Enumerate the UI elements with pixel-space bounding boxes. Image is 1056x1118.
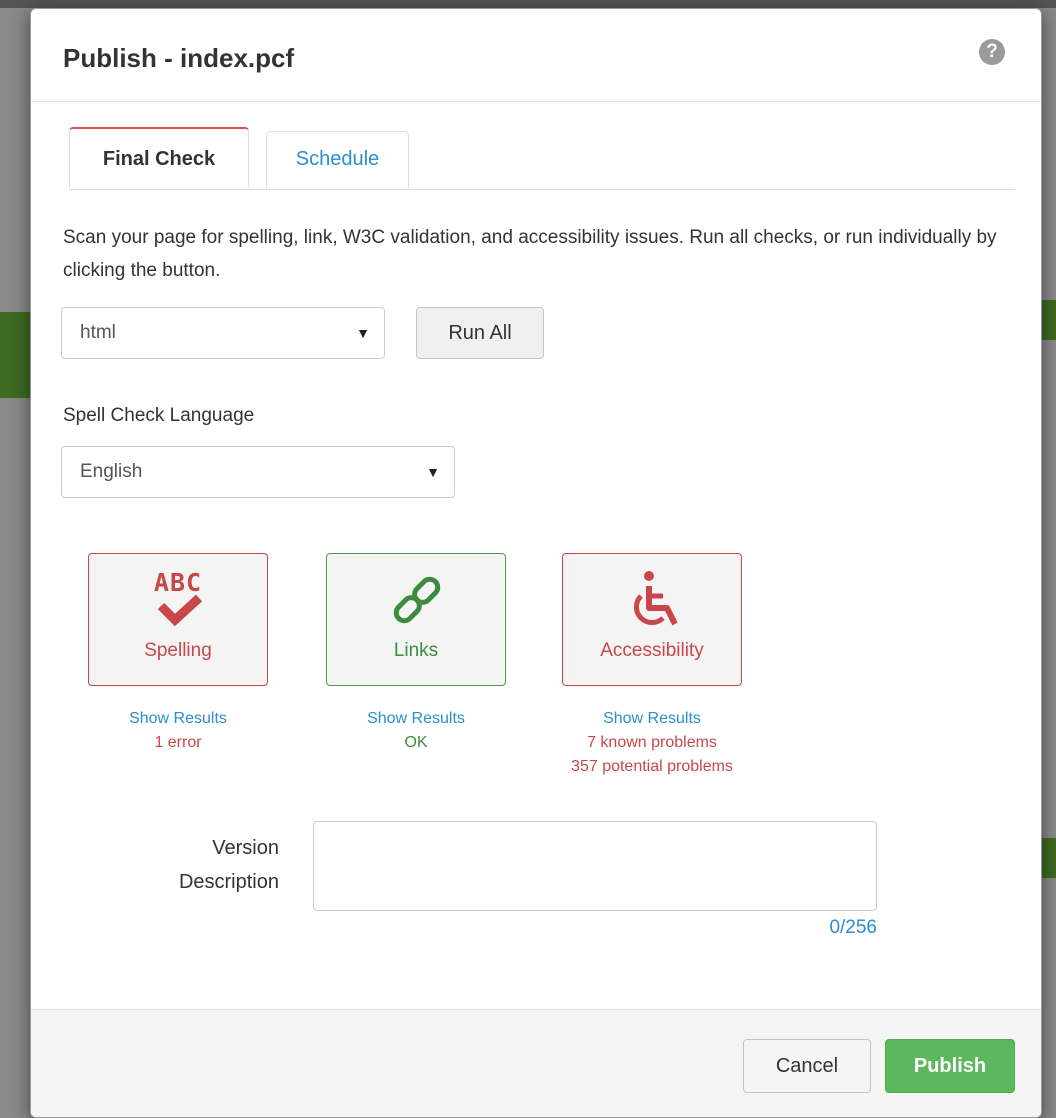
- spelling-label: Spelling: [144, 640, 212, 661]
- dialog-header: Publish - index.pcf ?: [31, 9, 1041, 102]
- links-label: Links: [393, 640, 439, 661]
- caret-down-icon: ▼: [356, 325, 370, 341]
- tab-schedule[interactable]: Schedule: [266, 131, 409, 188]
- accessibility-show-results-link[interactable]: Show Results: [532, 707, 772, 731]
- abc-check-icon: ABC: [89, 566, 267, 630]
- tab-final-check[interactable]: Final Check: [69, 127, 249, 188]
- links-results: Show Results OK: [326, 707, 506, 755]
- accessibility-label: Accessibility: [600, 640, 704, 661]
- accessibility-results: Show Results 7 known problems 357 potent…: [532, 707, 772, 779]
- run-all-button[interactable]: Run All: [416, 307, 544, 359]
- publish-button[interactable]: Publish: [885, 1039, 1015, 1093]
- spelling-check-button[interactable]: ABC Spelling: [88, 553, 268, 686]
- accessibility-check-button[interactable]: Accessibility: [562, 553, 742, 686]
- spelling-results: Show Results 1 error: [88, 707, 268, 755]
- spell-language-select[interactable]: English ▼: [61, 446, 455, 498]
- caret-down-icon: ▼: [426, 464, 440, 480]
- links-show-results-link[interactable]: Show Results: [326, 707, 506, 731]
- wheelchair-icon: [563, 566, 741, 630]
- dialog-footer: Cancel Publish: [31, 1009, 1041, 1117]
- links-status: OK: [404, 734, 428, 751]
- character-counter: 0/256: [829, 917, 877, 938]
- tab-bar: Final Check Schedule: [69, 127, 1015, 190]
- spelling-show-results-link[interactable]: Show Results: [88, 707, 268, 731]
- links-check-button[interactable]: Links: [326, 553, 506, 686]
- cancel-button[interactable]: Cancel: [743, 1039, 871, 1093]
- spell-language-value: English: [80, 461, 143, 482]
- check-type-value: html: [80, 322, 116, 343]
- spelling-status: 1 error: [154, 734, 202, 751]
- background-green-bar: [0, 312, 30, 398]
- version-description-label: Version Description: [178, 837, 279, 893]
- version-description-textarea[interactable]: [313, 821, 877, 911]
- spell-language-label: Spell Check Language: [63, 405, 255, 426]
- accessibility-potential-problems: 357 potential problems: [571, 758, 733, 775]
- intro-text: Scan your page for spelling, link, W3C v…: [63, 227, 997, 281]
- check-type-select[interactable]: html ▼: [61, 307, 385, 359]
- link-icon: [327, 566, 505, 630]
- dialog-title: Publish - index.pcf: [63, 43, 295, 73]
- publish-dialog: Publish - index.pcf ? Final Check Schedu…: [30, 8, 1042, 1118]
- question-circle-icon[interactable]: ?: [979, 39, 1005, 65]
- accessibility-known-problems: 7 known problems: [587, 734, 717, 751]
